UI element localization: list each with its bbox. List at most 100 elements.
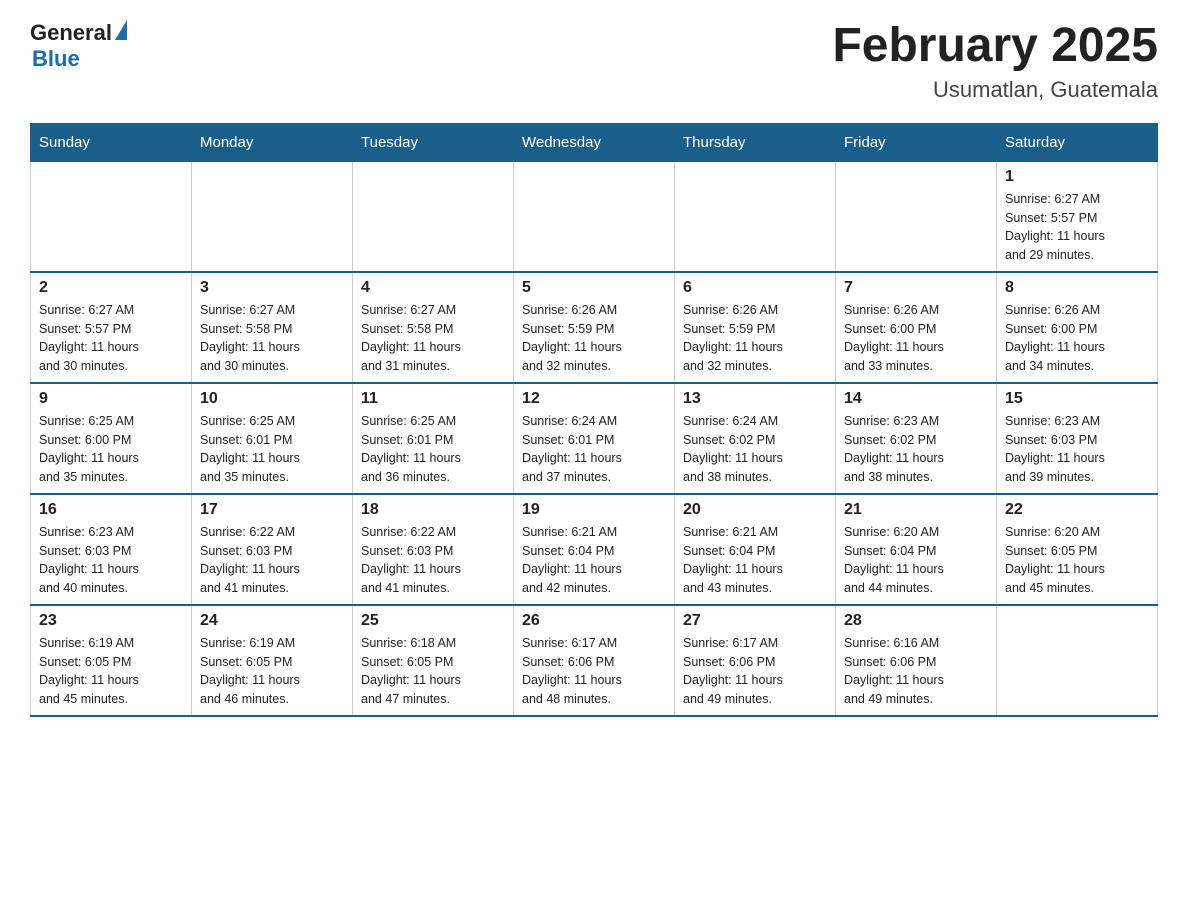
weekday-header-row: SundayMondayTuesdayWednesdayThursdayFrid…	[31, 123, 1158, 161]
day-number: 4	[361, 279, 505, 297]
day-info: Sunrise: 6:26 AM Sunset: 5:59 PM Dayligh…	[522, 301, 666, 376]
calendar-cell	[997, 605, 1158, 716]
day-number: 7	[844, 279, 988, 297]
weekday-header-saturday: Saturday	[997, 123, 1158, 161]
day-info: Sunrise: 6:27 AM Sunset: 5:57 PM Dayligh…	[1005, 190, 1149, 265]
calendar-cell: 16Sunrise: 6:23 AM Sunset: 6:03 PM Dayli…	[31, 494, 192, 605]
calendar-body: 1 Sunrise: 6:27 AM Sunset: 5:57 PM Daylig…	[31, 161, 1158, 716]
day-number: 6	[683, 279, 827, 297]
calendar-cell: 22 Sunrise: 6:20 AM Sunset: 6:05 PM Dayli…	[997, 494, 1158, 605]
day-info: Sunrise: 6:22 AM Sunset: 6:03 PM Dayligh…	[200, 523, 344, 598]
day-info: Sunrise: 6:20 AM Sunset: 6:04 PM Dayligh…	[844, 523, 988, 598]
day-number: 11	[361, 390, 505, 408]
calendar-week-row: 2Sunrise: 6:27 AM Sunset: 5:57 PM Daylig…	[31, 272, 1158, 383]
logo: General Blue	[30, 20, 127, 72]
day-number: 18	[361, 501, 505, 519]
calendar-cell	[353, 161, 514, 272]
calendar-cell: 25 Sunrise: 6:18 AM Sunset: 6:05 PM Dayli…	[353, 605, 514, 716]
logo-triangle-icon	[115, 20, 127, 40]
calendar-cell	[836, 161, 997, 272]
day-number: 15	[1005, 390, 1149, 408]
day-number: 12	[522, 390, 666, 408]
logo-blue-text: Blue	[32, 46, 80, 72]
day-number: 21	[844, 501, 988, 519]
calendar-cell: 11 Sunrise: 6:25 AM Sunset: 6:01 PM Dayli…	[353, 383, 514, 494]
calendar-cell	[675, 161, 836, 272]
calendar-week-row: 16Sunrise: 6:23 AM Sunset: 6:03 PM Dayli…	[31, 494, 1158, 605]
day-info: Sunrise: 6:19 AM Sunset: 6:05 PM Dayligh…	[200, 634, 344, 709]
calendar-cell: 19 Sunrise: 6:21 AM Sunset: 6:04 PM Dayli…	[514, 494, 675, 605]
calendar-cell: 28Sunrise: 6:16 AM Sunset: 6:06 PM Dayli…	[836, 605, 997, 716]
day-number: 19	[522, 501, 666, 519]
calendar-cell: 13 Sunrise: 6:24 AM Sunset: 6:02 PM Dayli…	[675, 383, 836, 494]
calendar-week-row: 1 Sunrise: 6:27 AM Sunset: 5:57 PM Daylig…	[31, 161, 1158, 272]
day-info: Sunrise: 6:27 AM Sunset: 5:58 PM Dayligh…	[200, 301, 344, 376]
calendar-cell: 7 Sunrise: 6:26 AM Sunset: 6:00 PM Daylig…	[836, 272, 997, 383]
weekday-header-friday: Friday	[836, 123, 997, 161]
calendar-cell	[31, 161, 192, 272]
calendar-cell: 24 Sunrise: 6:19 AM Sunset: 6:05 PM Dayli…	[192, 605, 353, 716]
day-number: 28	[844, 612, 988, 630]
calendar-cell	[192, 161, 353, 272]
calendar-cell: 20Sunrise: 6:21 AM Sunset: 6:04 PM Dayli…	[675, 494, 836, 605]
day-number: 5	[522, 279, 666, 297]
day-number: 10	[200, 390, 344, 408]
day-info: Sunrise: 6:25 AM Sunset: 6:01 PM Dayligh…	[361, 412, 505, 487]
day-info: Sunrise: 6:23 AM Sunset: 6:02 PM Dayligh…	[844, 412, 988, 487]
calendar-cell: 26 Sunrise: 6:17 AM Sunset: 6:06 PM Dayli…	[514, 605, 675, 716]
calendar-header: SundayMondayTuesdayWednesdayThursdayFrid…	[31, 123, 1158, 161]
calendar-cell: 17 Sunrise: 6:22 AM Sunset: 6:03 PM Dayli…	[192, 494, 353, 605]
day-info: Sunrise: 6:18 AM Sunset: 6:05 PM Dayligh…	[361, 634, 505, 709]
calendar-week-row: 9 Sunrise: 6:25 AM Sunset: 6:00 PM Daylig…	[31, 383, 1158, 494]
calendar-cell: 1 Sunrise: 6:27 AM Sunset: 5:57 PM Daylig…	[997, 161, 1158, 272]
day-number: 1	[1005, 168, 1149, 186]
calendar-cell: 14Sunrise: 6:23 AM Sunset: 6:02 PM Dayli…	[836, 383, 997, 494]
day-number: 3	[200, 279, 344, 297]
day-number: 13	[683, 390, 827, 408]
day-info: Sunrise: 6:17 AM Sunset: 6:06 PM Dayligh…	[683, 634, 827, 709]
calendar-cell: 18 Sunrise: 6:22 AM Sunset: 6:03 PM Dayli…	[353, 494, 514, 605]
day-number: 9	[39, 390, 183, 408]
calendar-cell: 23Sunrise: 6:19 AM Sunset: 6:05 PM Dayli…	[31, 605, 192, 716]
weekday-header-monday: Monday	[192, 123, 353, 161]
day-number: 25	[361, 612, 505, 630]
calendar-cell: 3 Sunrise: 6:27 AM Sunset: 5:58 PM Daylig…	[192, 272, 353, 383]
day-info: Sunrise: 6:21 AM Sunset: 6:04 PM Dayligh…	[683, 523, 827, 598]
day-info: Sunrise: 6:26 AM Sunset: 6:00 PM Dayligh…	[844, 301, 988, 376]
day-number: 26	[522, 612, 666, 630]
day-info: Sunrise: 6:20 AM Sunset: 6:05 PM Dayligh…	[1005, 523, 1149, 598]
page-header: General Blue February 2025 Usumatlan, Gu…	[30, 20, 1158, 103]
day-info: Sunrise: 6:19 AM Sunset: 6:05 PM Dayligh…	[39, 634, 183, 709]
day-number: 8	[1005, 279, 1149, 297]
calendar-cell: 15 Sunrise: 6:23 AM Sunset: 6:03 PM Dayli…	[997, 383, 1158, 494]
calendar-cell: 4 Sunrise: 6:27 AM Sunset: 5:58 PM Daylig…	[353, 272, 514, 383]
day-number: 27	[683, 612, 827, 630]
day-number: 24	[200, 612, 344, 630]
day-info: Sunrise: 6:17 AM Sunset: 6:06 PM Dayligh…	[522, 634, 666, 709]
weekday-header-sunday: Sunday	[31, 123, 192, 161]
day-info: Sunrise: 6:27 AM Sunset: 5:58 PM Dayligh…	[361, 301, 505, 376]
calendar-table: SundayMondayTuesdayWednesdayThursdayFrid…	[30, 123, 1158, 717]
day-number: 22	[1005, 501, 1149, 519]
weekday-header-thursday: Thursday	[675, 123, 836, 161]
calendar-cell: 2Sunrise: 6:27 AM Sunset: 5:57 PM Daylig…	[31, 272, 192, 383]
calendar-cell: 27 Sunrise: 6:17 AM Sunset: 6:06 PM Dayli…	[675, 605, 836, 716]
title-section: February 2025 Usumatlan, Guatemala	[832, 20, 1158, 103]
day-number: 17	[200, 501, 344, 519]
weekday-header-tuesday: Tuesday	[353, 123, 514, 161]
calendar-week-row: 23Sunrise: 6:19 AM Sunset: 6:05 PM Dayli…	[31, 605, 1158, 716]
calendar-cell: 6Sunrise: 6:26 AM Sunset: 5:59 PM Daylig…	[675, 272, 836, 383]
location-subtitle: Usumatlan, Guatemala	[832, 77, 1158, 103]
day-info: Sunrise: 6:24 AM Sunset: 6:01 PM Dayligh…	[522, 412, 666, 487]
day-info: Sunrise: 6:25 AM Sunset: 6:01 PM Dayligh…	[200, 412, 344, 487]
day-info: Sunrise: 6:23 AM Sunset: 6:03 PM Dayligh…	[1005, 412, 1149, 487]
calendar-cell: 12 Sunrise: 6:24 AM Sunset: 6:01 PM Dayli…	[514, 383, 675, 494]
day-info: Sunrise: 6:26 AM Sunset: 6:00 PM Dayligh…	[1005, 301, 1149, 376]
day-info: Sunrise: 6:25 AM Sunset: 6:00 PM Dayligh…	[39, 412, 183, 487]
weekday-header-wednesday: Wednesday	[514, 123, 675, 161]
calendar-cell: 5 Sunrise: 6:26 AM Sunset: 5:59 PM Daylig…	[514, 272, 675, 383]
day-info: Sunrise: 6:21 AM Sunset: 6:04 PM Dayligh…	[522, 523, 666, 598]
day-info: Sunrise: 6:22 AM Sunset: 6:03 PM Dayligh…	[361, 523, 505, 598]
logo-general-text: General	[30, 20, 112, 46]
day-info: Sunrise: 6:24 AM Sunset: 6:02 PM Dayligh…	[683, 412, 827, 487]
